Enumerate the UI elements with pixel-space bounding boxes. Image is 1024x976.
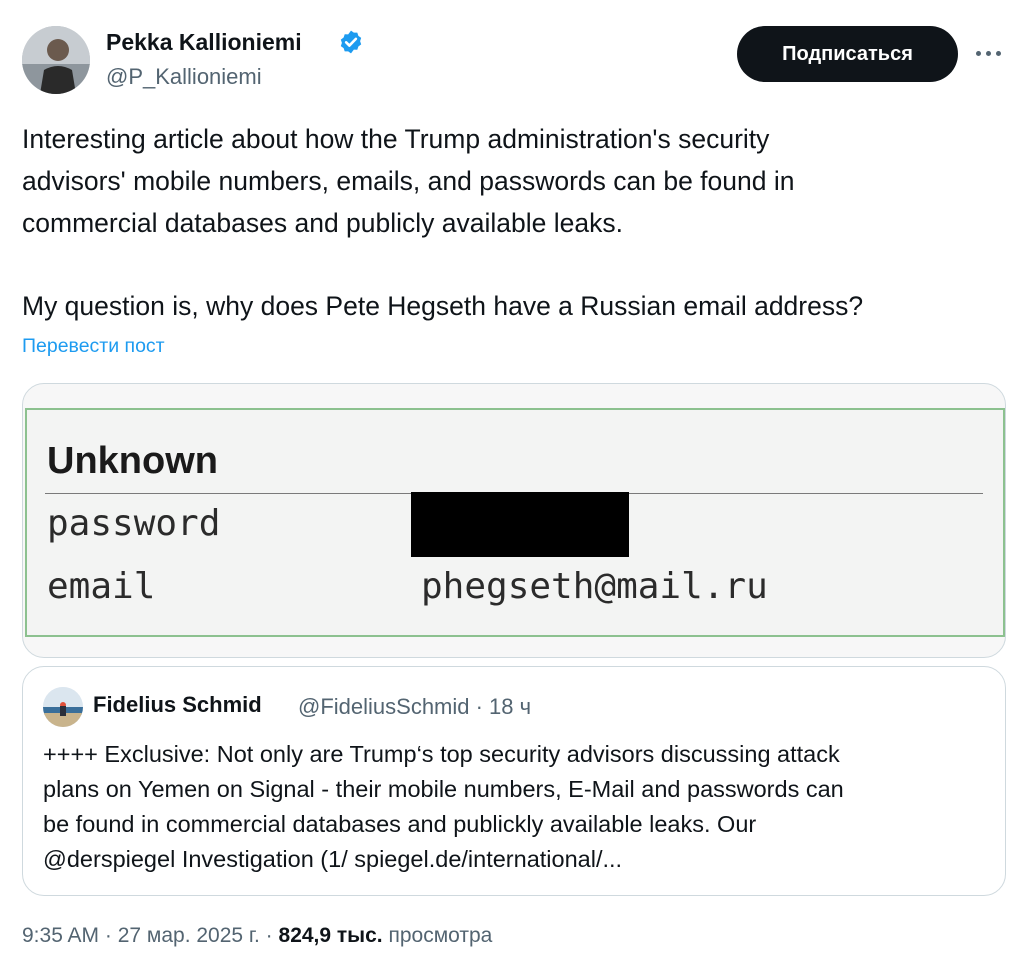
more-horizontal-icon — [975, 50, 981, 56]
tweet-meta: 9:35 AM · 27 мар. 2025 г. · 824,9 тыс. п… — [22, 924, 492, 948]
views-count: 824,9 тыс. — [278, 924, 383, 947]
quote-text-line: ++++ Exclusive: Not only are Trump‘s top… — [43, 741, 840, 767]
author-avatar[interactable] — [22, 26, 90, 94]
follow-button[interactable]: Подписаться — [737, 26, 958, 82]
quote-text-line: @derspiegel Investigation (1/ spiegel.de… — [43, 846, 623, 872]
quote-text: ++++ Exclusive: Not only are Trump‘s top… — [43, 737, 983, 877]
quote-text-line: be found in commercial databases and pub… — [43, 811, 757, 837]
leak-record-panel: Unknown password email phegseth@mail.ru — [25, 408, 1005, 637]
tweet-text-line: commercial databases and publicly availa… — [22, 208, 623, 238]
email-value: phegseth@mail.ru — [421, 566, 768, 607]
tweet-text-line: Interesting article about how the Trump … — [22, 124, 770, 154]
more-options-button[interactable] — [970, 38, 1006, 68]
timestamp[interactable]: 9:35 AM · 27 мар. 2025 г. · — [22, 924, 279, 947]
quote-author-avatar[interactable] — [43, 687, 83, 727]
translate-post-link[interactable]: Перевести пост — [22, 335, 165, 358]
quote-author-name[interactable]: Fidelius Schmid — [93, 692, 262, 718]
email-label: email — [47, 566, 156, 607]
quote-author-meta: @FideliusSchmid · 18 ч — [298, 694, 532, 719]
tweet-text-line: My question is, why does Pete Hegseth ha… — [22, 291, 864, 321]
quote-text-line: plans on Yemen on Signal - their mobile … — [43, 776, 844, 802]
password-label: password — [47, 503, 221, 544]
media-image[interactable]: Unknown password email phegseth@mail.ru — [22, 383, 1006, 658]
tweet-text-line: advisors' mobile numbers, emails, and pa… — [22, 166, 795, 196]
more-horizontal-icon — [985, 50, 991, 56]
record-heading: Unknown — [47, 440, 218, 482]
verified-badge-icon — [340, 30, 362, 54]
author-name[interactable]: Pekka Kallioniemi — [106, 29, 302, 56]
redaction-bar — [411, 492, 629, 557]
views-label: просмотра — [382, 924, 493, 947]
author-handle[interactable]: @P_Kallioniemi — [106, 64, 262, 90]
more-horizontal-icon — [995, 50, 1001, 56]
quoted-tweet[interactable]: Fidelius Schmid @FideliusSchmid · 18 ч +… — [22, 666, 1006, 896]
